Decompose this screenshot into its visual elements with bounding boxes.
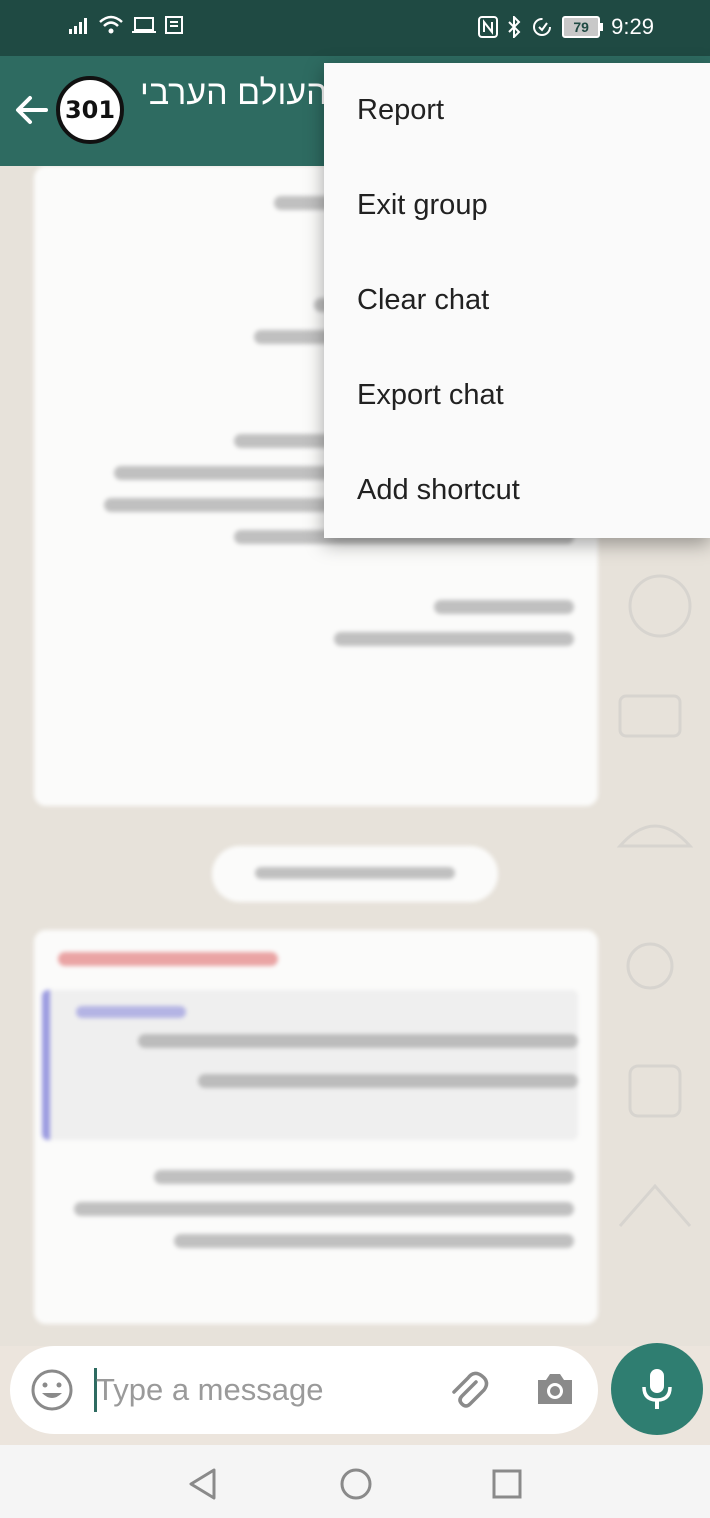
message-bubble[interactable] <box>34 930 598 1324</box>
camera-icon <box>538 1374 572 1404</box>
status-icons-right: 79 9:29 <box>478 14 654 40</box>
menu-item-clear-chat[interactable]: Clear chat <box>324 253 710 348</box>
mic-icon <box>642 1369 672 1409</box>
message-input[interactable]: Type a message <box>96 1372 323 1408</box>
menu-item-add-shortcut[interactable]: Add shortcut <box>324 443 710 538</box>
overflow-menu: Report Exit group Clear chat Export chat… <box>324 63 710 538</box>
battery-indicator: 79 <box>562 16 604 38</box>
nav-back-button[interactable] <box>186 1467 220 1506</box>
system-nav-bar <box>0 1445 710 1518</box>
paperclip-icon <box>452 1371 489 1408</box>
menu-item-export-chat[interactable]: Export chat <box>324 348 710 443</box>
circle-home-icon <box>340 1468 372 1500</box>
back-arrow-icon <box>16 96 48 124</box>
signal-icon <box>69 18 87 34</box>
nav-recents-button[interactable] <box>490 1467 524 1506</box>
camera-button[interactable] <box>534 1370 576 1413</box>
laptop-icon <box>132 17 156 33</box>
group-avatar[interactable]: 301 <box>56 76 124 144</box>
clock: 9:29 <box>611 14 654 39</box>
emoji-button[interactable] <box>30 1368 74 1417</box>
wallpaper-doodle <box>616 574 694 1227</box>
unread-divider <box>212 846 498 902</box>
status-bar: 79 9:29 <box>0 0 710 56</box>
group-name[interactable]: העולם הערבי <box>140 74 328 113</box>
message-composer: Type a message <box>10 1346 598 1434</box>
menu-item-exit-group[interactable]: Exit group <box>324 158 710 253</box>
back-button[interactable] <box>14 92 50 133</box>
menu-item-report[interactable]: Report <box>324 63 710 158</box>
mic-button[interactable] <box>611 1343 703 1435</box>
bluetooth-icon <box>508 16 521 38</box>
battery-level: 79 <box>562 16 601 38</box>
nav-home-button[interactable] <box>339 1467 373 1506</box>
data-saver-icon <box>533 18 552 36</box>
attach-button[interactable] <box>446 1368 490 1417</box>
wifi-icon <box>99 15 123 34</box>
square-recents-icon <box>492 1469 522 1499</box>
status-icons-left <box>68 14 184 36</box>
triangle-back-icon <box>189 1468 216 1500</box>
emoji-icon <box>31 1369 73 1411</box>
nfc-icon <box>478 16 499 38</box>
notification-icon <box>165 16 183 34</box>
